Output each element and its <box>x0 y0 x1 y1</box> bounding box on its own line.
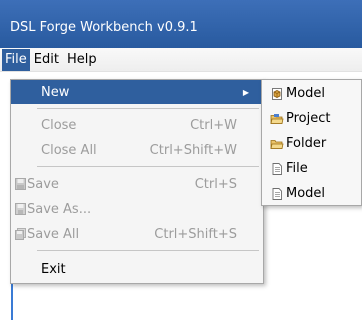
menu-item-shortcut: Ctrl+Shift+S <box>154 226 237 242</box>
menu-item-label: New <box>41 84 70 100</box>
title-bar: DSL Forge Workbench v0.9.1 <box>0 0 362 48</box>
menu-item-close[interactable]: Close Ctrl+W <box>11 113 263 137</box>
menu-item-label: Close All <box>41 142 97 158</box>
menu-item-label: Save All <box>27 226 80 242</box>
folder-icon <box>270 139 284 149</box>
submenu-item-folder[interactable]: Folder <box>262 131 361 156</box>
menu-help[interactable]: Help <box>63 49 101 71</box>
menu-separator <box>37 250 259 251</box>
save-all-icon <box>15 228 26 240</box>
menu-item-save-all[interactable]: Save All Ctrl+Shift+S <box>11 222 263 246</box>
menu-item-save-as[interactable]: Save As... <box>11 197 263 221</box>
project-folder-icon <box>270 113 284 124</box>
menu-edit[interactable]: Edit <box>30 49 63 71</box>
menu-item-label: Close <box>41 117 77 133</box>
menu-item-shortcut: Ctrl+Shift+W <box>149 142 237 158</box>
submenu-item-label: Model <box>286 186 326 201</box>
menu-item-save[interactable]: Save Ctrl+S <box>11 172 263 196</box>
menu-item-close-all[interactable]: Close All Ctrl+Shift+W <box>11 138 263 162</box>
submenu-item-label: Model <box>286 86 326 101</box>
menu-item-shortcut: Ctrl+W <box>190 117 237 133</box>
menu-separator <box>37 166 259 167</box>
submenu-item-label: File <box>286 161 308 176</box>
save-icon <box>15 178 26 190</box>
menu-bar: File Edit Help <box>0 48 362 72</box>
submenu-item-model-file[interactable]: Model <box>262 181 361 206</box>
menu-item-new[interactable]: New ▶ <box>11 80 263 104</box>
submenu-item-model[interactable]: Model <box>262 81 361 106</box>
menu-item-exit[interactable]: Exit <box>11 257 263 281</box>
save-as-icon <box>15 203 26 215</box>
submenu-item-file[interactable]: File <box>262 156 361 181</box>
model-icon <box>272 87 282 100</box>
file-icon <box>272 162 282 175</box>
submenu-item-project[interactable]: Project <box>262 106 361 131</box>
window-title: DSL Forge Workbench v0.9.1 <box>10 19 198 35</box>
file-icon <box>272 187 282 200</box>
menu-item-label: Exit <box>41 261 66 277</box>
workbench-window: DSL Forge Workbench v0.9.1 File Edit Hel… <box>0 0 362 320</box>
file-menu: New ▶ Close Ctrl+W Close All Ctrl+Shift+… <box>10 79 264 284</box>
submenu-arrow-icon: ▶ <box>242 87 249 97</box>
menu-item-label: Save As... <box>27 201 92 217</box>
workspace-edge <box>11 280 13 320</box>
submenu-item-label: Project <box>286 111 331 126</box>
menu-file[interactable]: File <box>2 48 30 71</box>
menu-item-shortcut: Ctrl+S <box>194 176 237 192</box>
menu-separator <box>37 108 259 109</box>
new-submenu: Model Project Folder File Model <box>261 79 362 206</box>
menu-item-label: Save <box>27 176 59 192</box>
submenu-item-label: Folder <box>286 136 327 151</box>
